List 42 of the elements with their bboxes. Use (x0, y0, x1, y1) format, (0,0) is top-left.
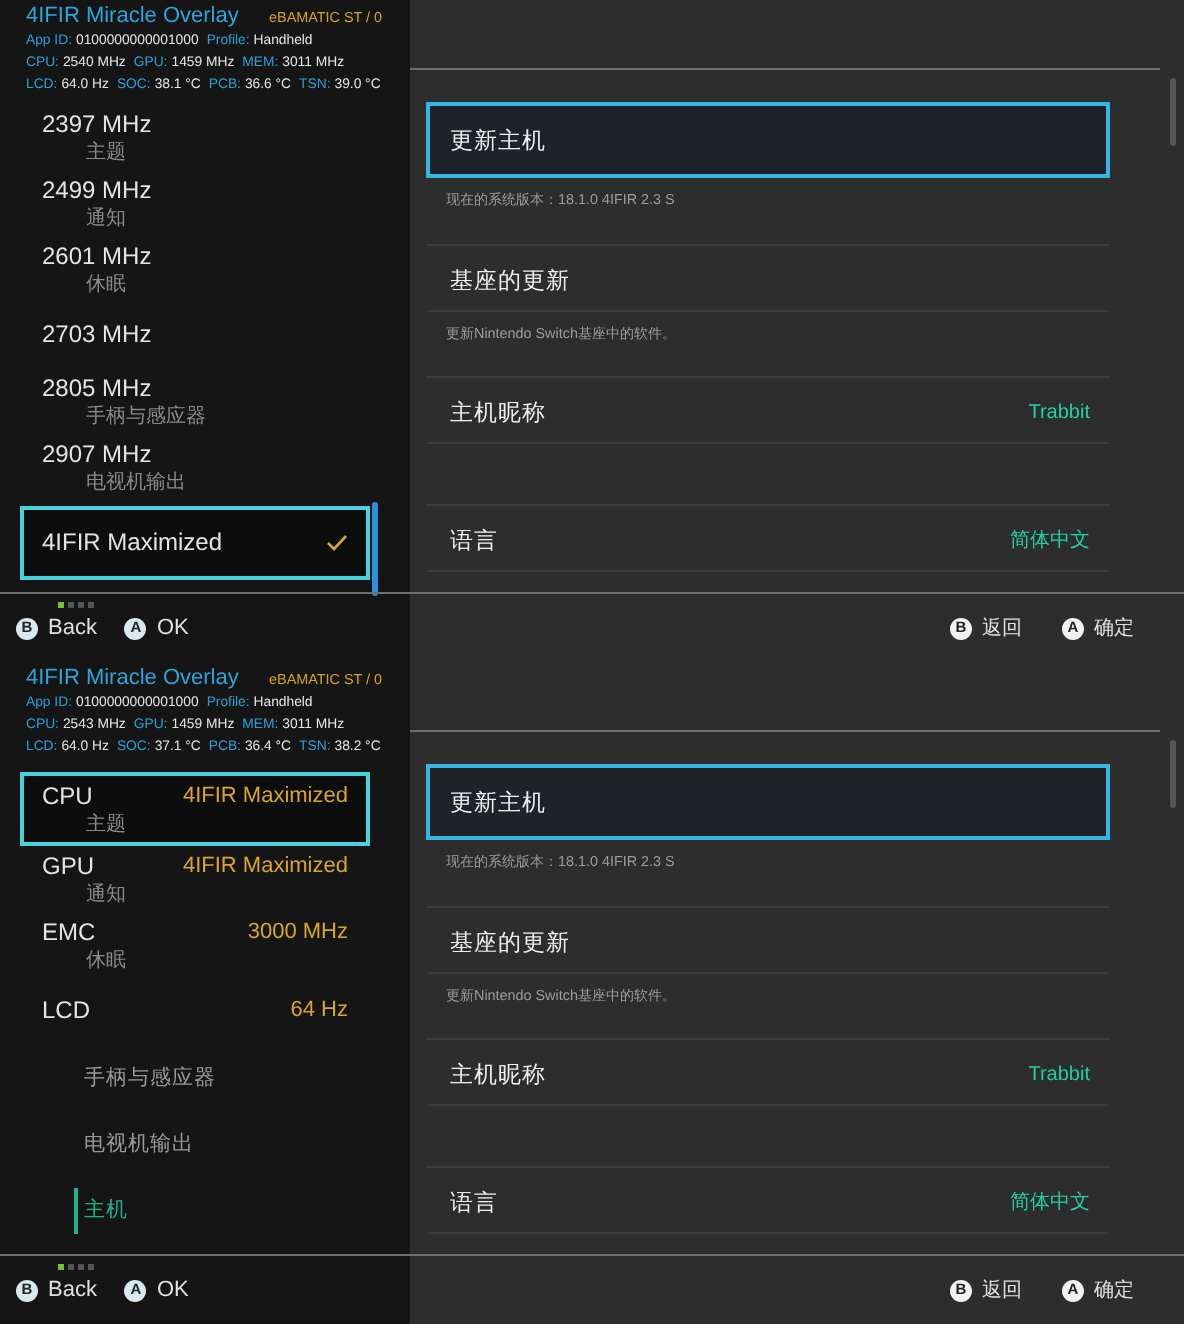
overlay-setting[interactable]: CPU 4IFIR Maximized 主题 (20, 772, 370, 846)
scrollbar (1170, 78, 1176, 146)
setting-value: 4IFIR Maximized (182, 851, 348, 881)
frequency-option[interactable]: 2601 MHz 休眠 (20, 236, 370, 302)
overlay-title: 4IFIR Miracle Overlay (26, 664, 239, 692)
menu-label: 休眠 (84, 271, 128, 297)
setting-value: Trabbit (1028, 401, 1090, 423)
overlay-setting[interactable]: LCD 64 Hz (20, 978, 370, 1044)
settings-item[interactable]: 主机昵称 Trabbit (426, 1040, 1110, 1106)
frequency-option[interactable]: 2499 MHz 通知 (20, 170, 370, 236)
setting-value: 64 Hz (290, 996, 348, 1026)
settings-item[interactable]: 主机昵称 Trabbit (426, 378, 1110, 444)
menu-label: 主题 (84, 811, 128, 837)
frequency-option[interactable]: 2907 MHz 电视机输出 (20, 434, 370, 500)
menu-label: 休眠 (84, 947, 128, 973)
menu-item[interactable]: 手柄与感应器 (84, 1044, 216, 1110)
frequency-option[interactable]: 2703 MHz (20, 302, 370, 368)
setting-value: 简体中文 (1010, 527, 1090, 554)
scroll-indicator (372, 502, 378, 596)
menu-item[interactable]: 主机 (84, 1176, 128, 1242)
menu-label: 通知 (84, 205, 128, 231)
frequency-option[interactable]: 2805 MHz 手柄与感应器 (20, 368, 370, 434)
settings-item[interactable]: 语言 简体中文 (426, 1168, 1110, 1234)
setting-value: 4IFIR Maximized (182, 781, 348, 811)
menu-label: 主题 (84, 139, 128, 165)
overlay-setting[interactable]: EMC 3000 MHz 休眠 (20, 912, 370, 978)
menu-item[interactable]: 电视机输出 (84, 1110, 194, 1176)
settings-item[interactable]: 更新主机 (426, 764, 1110, 840)
scrollbar (1170, 740, 1176, 808)
setting-value: 简体中文 (1010, 1189, 1090, 1216)
overlay-title: 4IFIR Miracle Overlay (26, 2, 239, 30)
settings-item[interactable]: 基座的更新 (426, 908, 1110, 974)
menu-label: 通知 (84, 881, 128, 907)
settings-item[interactable]: 更新主机 (426, 102, 1110, 178)
setting-value: Trabbit (1028, 1063, 1090, 1085)
menu-label: 电视机输出 (84, 469, 188, 495)
setting-value: 3000 MHz (247, 917, 348, 947)
menu-label: 手柄与感应器 (84, 403, 208, 429)
settings-item[interactable]: 基座的更新 (426, 246, 1110, 312)
overlay-setting[interactable]: GPU 4IFIR Maximized 通知 (20, 846, 370, 912)
settings-item[interactable]: 语言 简体中文 (426, 506, 1110, 572)
frequency-option[interactable]: 2397 MHz 主题 (20, 104, 370, 170)
